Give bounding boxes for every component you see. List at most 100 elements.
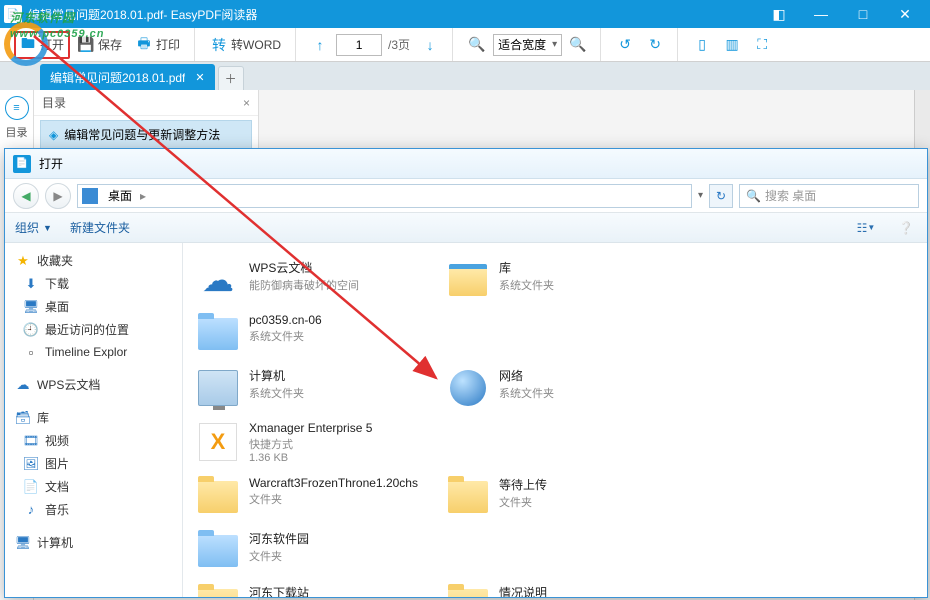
page-total: /3页 [388,36,410,53]
file-icon [447,476,489,518]
file-type: 文件夹 [499,494,681,510]
bookmark-icon: ◈ [49,128,58,142]
sidebar-timeline[interactable]: ▫Timeline Explor [5,341,182,363]
save-button[interactable]: 💾保存 [72,31,128,59]
breadcrumb[interactable]: 桌面 ▸ [77,184,692,208]
sidebar-wps[interactable]: ☁WPS云文档 [5,373,182,396]
single-page-button[interactable]: ▯ [688,31,716,59]
refresh-button[interactable]: ↻ [709,184,733,208]
chevron-down-icon: ▼ [43,223,52,233]
breadcrumb-dropdown-icon[interactable]: ▾ [698,190,703,201]
outline-item-label: 编辑常见问题与更新调整方法 [64,126,220,143]
sidebar-music[interactable]: ♪音乐 [5,498,182,521]
rotate-ccw-button[interactable]: ↺ [611,31,639,59]
recent-icon: 🕘 [23,322,39,338]
document-tab[interactable]: 编辑常见问题2018.01.pdf ✕ [40,64,215,90]
file-name: Warcraft3FrozenThrone1.20chs [249,476,431,490]
prev-page-button[interactable]: ↑ [306,31,334,59]
file-item[interactable]: 网络系统文件夹 [439,361,689,415]
file-name: Xmanager Enterprise 5 [249,421,431,435]
sidebar-favorites[interactable]: ★收藏夹 [5,249,182,272]
new-tab-button[interactable]: ＋ [218,66,244,90]
file-item[interactable]: 河东软件园文件夹 [189,524,439,578]
print-button[interactable]: 🖶打印 [130,31,186,59]
open-button[interactable]: 🖿打开 [14,31,70,59]
breadcrumb-desktop[interactable]: 桌面 [104,187,136,204]
help-button[interactable]: ❔ [895,217,917,239]
chevron-right-icon: ▸ [140,189,146,203]
file-name: 河东下载站 [249,584,431,597]
file-icon [197,530,239,572]
video-icon: 🎞 [23,433,39,449]
two-page-button[interactable]: ▥ [718,31,746,59]
zoom-in-button[interactable]: 🔍 [564,31,592,59]
fullscreen-icon: ⛶ [754,37,770,53]
zoom-out-button[interactable]: 🔍 [463,31,491,59]
sidebar-desktop[interactable]: 🖥桌面 [5,295,182,318]
file-icon [197,367,239,409]
file-type: 系统文件夹 [499,277,681,293]
dialog-title: 打开 [39,155,63,172]
file-type: 能防御病毒破坏的空间 [249,277,431,293]
sidebar-computer[interactable]: 🖥计算机 [5,531,182,554]
rotate-cw-button[interactable]: ↻ [641,31,669,59]
minimize-button[interactable]: — [800,2,842,26]
outline-header: 目录 [42,94,66,111]
arrow-up-icon: ↑ [312,37,328,53]
organize-button[interactable]: 组织▼ [15,219,52,236]
file-item[interactable]: ☁WPS云文档能防御病毒破坏的空间 [189,253,439,307]
outline-item[interactable]: ◈ 编辑常见问题与更新调整方法 [40,120,252,149]
maximize-button[interactable]: □ [842,2,884,26]
file-type: 系统文件夹 [499,385,681,401]
page-input[interactable] [336,34,382,56]
file-item[interactable]: 库系统文件夹 [439,253,689,307]
open-icon: 🖿 [20,37,36,53]
next-page-button[interactable]: ↓ [416,31,444,59]
sidebar-libraries[interactable]: 🗃库 [5,406,182,429]
close-button[interactable]: ✕ [884,2,926,26]
file-item[interactable]: 河东下载站文件夹 [189,578,439,597]
zoom-in-icon: 🔍 [570,37,586,53]
computer-icon: 🖥 [15,535,31,551]
new-folder-button[interactable]: 新建文件夹 [70,219,130,236]
nav-forward-button[interactable]: ▶ [45,183,71,209]
file-size: 1.36 KB [249,452,431,464]
search-input[interactable]: 🔍 搜索 桌面 [739,184,919,208]
tab-close-icon[interactable]: ✕ [195,71,204,84]
zoom-out-icon: 🔍 [469,37,485,53]
file-item[interactable]: XXmanager Enterprise 5快捷方式1.36 KB [189,415,439,470]
file-item[interactable]: 情况说明文件夹 [439,578,689,597]
file-name: pc0359.cn-06 [249,313,431,327]
sidebar-recent[interactable]: 🕘最近访问的位置 [5,318,182,341]
file-item[interactable]: 等待上传文件夹 [439,470,689,524]
skin-button[interactable]: ◧ [758,2,800,26]
tab-label: 编辑常见问题2018.01.pdf [50,69,185,86]
sidebar-videos[interactable]: 🎞视频 [5,429,182,452]
file-name: WPS云文档 [249,259,431,276]
to-word-button[interactable]: 转转WORD [205,31,287,59]
file-item[interactable]: 计算机系统文件夹 [189,361,439,415]
file-item[interactable]: Warcraft3FrozenThrone1.20chs文件夹 [189,470,439,524]
single-page-icon: ▯ [694,37,710,53]
file-name: 情况说明 [499,584,681,597]
view-button[interactable]: ☷ ▼ [855,217,877,239]
desktop-icon [82,188,98,204]
outline-close-icon[interactable]: × [243,96,250,110]
outline-icon: ≡ [5,96,29,120]
file-icon [447,367,489,409]
nav-back-button[interactable]: ◀ [13,183,39,209]
dialog-toolbar: 组织▼ 新建文件夹 ☷ ▼ ❔ [5,213,927,243]
file-icon: ▫ [23,344,39,360]
dialog-icon: 📄 [13,155,31,173]
star-icon: ★ [15,253,31,269]
file-icon [197,584,239,597]
fullscreen-button[interactable]: ⛶ [748,31,776,59]
zoom-mode-select[interactable]: 适合宽度▾ [493,34,562,56]
file-type: 文件夹 [249,548,431,564]
sidebar-pictures[interactable]: 🖼图片 [5,452,182,475]
sidebar-downloads[interactable]: ⬇下载 [5,272,182,295]
cloud-icon: ☁ [15,377,31,393]
search-icon: 🔍 [746,189,761,203]
sidebar-documents[interactable]: 📄文档 [5,475,182,498]
file-item[interactable]: pc0359.cn-06系统文件夹 [189,307,439,361]
